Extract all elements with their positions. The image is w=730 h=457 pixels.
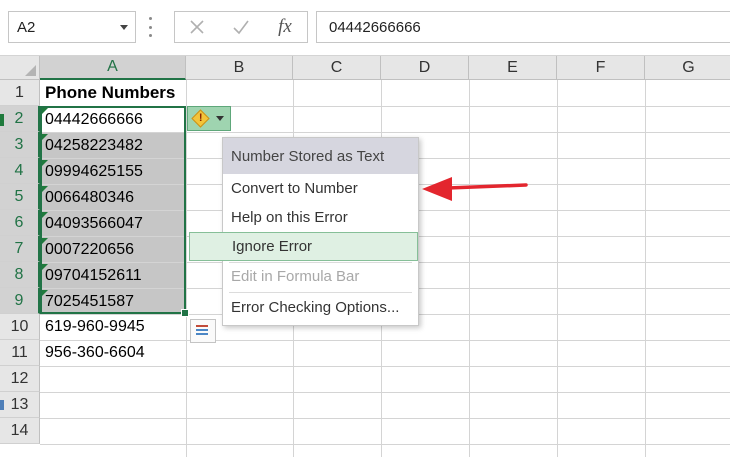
error-indicator-icon (42, 290, 48, 296)
formula-value: 04442666666 (329, 19, 421, 36)
edge-mark (0, 114, 4, 126)
gridline (186, 80, 187, 457)
formula-input[interactable]: 04442666666 (316, 11, 730, 43)
row-header-9[interactable]: 9 (0, 288, 40, 314)
error-indicator-icon (42, 108, 48, 114)
row-header-4[interactable]: 4 (0, 158, 40, 184)
chevron-down-icon[interactable] (212, 107, 228, 130)
cell-a8[interactable]: 09704152611 (41, 263, 186, 288)
column-header-f[interactable]: F (557, 56, 645, 80)
row-header-6[interactable]: 6 (0, 210, 40, 236)
menu-item-error-checking-options[interactable]: Error Checking Options... (223, 293, 418, 322)
menu-title: Number Stored as Text (223, 138, 418, 174)
column-header-c[interactable]: C (293, 56, 381, 80)
row-header-1[interactable]: 1 (0, 80, 40, 106)
menu-item-ignore-error[interactable]: Ignore Error (189, 232, 418, 261)
error-indicator-icon (42, 264, 48, 270)
cell-a7[interactable]: 0007220656 (41, 237, 186, 262)
red-arrow-icon (422, 177, 528, 201)
row-header-7[interactable]: 7 (0, 236, 40, 262)
check-icon[interactable] (221, 12, 261, 42)
column-header-g[interactable]: G (645, 56, 730, 80)
column-header-d[interactable]: D (381, 56, 469, 80)
menu-item-convert-to-number[interactable]: Convert to Number (223, 174, 418, 203)
close-icon[interactable] (177, 12, 217, 42)
formula-buttons: fx (174, 11, 308, 43)
gridline (557, 80, 558, 457)
cell-a4[interactable]: 09994625155 (41, 159, 186, 184)
menu-item-help-on-error[interactable]: Help on this Error (223, 203, 418, 232)
column-header-b[interactable]: B (186, 56, 293, 80)
row-header-2[interactable]: 2 (0, 106, 40, 132)
error-indicator-icon (42, 186, 48, 192)
row-header-8[interactable]: 8 (0, 262, 40, 288)
cell-a6[interactable]: 04093566047 (41, 211, 186, 236)
gridline (645, 80, 646, 457)
row-header-10[interactable]: 10 (0, 314, 40, 340)
gridline (40, 444, 730, 445)
cell-a10[interactable]: 619-960-9945 (41, 314, 186, 340)
cell-a9[interactable]: 7025451587 (41, 289, 186, 314)
error-indicator-icon (42, 160, 48, 166)
insert-function-button[interactable]: fx (265, 12, 305, 42)
column-header-a[interactable]: A (40, 56, 186, 80)
gridline (40, 392, 730, 393)
select-all-button[interactable] (0, 56, 40, 80)
cell-a11[interactable]: 956-360-6604 (41, 340, 186, 366)
row-header-12[interactable]: 12 (0, 366, 40, 392)
menu-item-edit-in-formula-bar: Edit in Formula Bar (231, 268, 360, 285)
cell-a2[interactable]: 04442666666 (41, 107, 186, 132)
error-indicator-icon (42, 212, 48, 218)
error-smart-tag[interactable]: ! (187, 106, 231, 131)
cell-a5[interactable]: 0066480346 (41, 185, 186, 210)
column-header-e[interactable]: E (469, 56, 557, 80)
error-indicator-icon (42, 134, 48, 140)
row-header-13[interactable]: 13 (0, 392, 40, 418)
gridline (40, 418, 730, 419)
drag-handle-icon[interactable] (146, 17, 154, 37)
formula-bar-row: A2 fx 04442666666 (0, 0, 730, 56)
row-header-5[interactable]: 5 (0, 184, 40, 210)
gridline (40, 366, 730, 367)
chevron-down-icon[interactable] (117, 20, 131, 34)
name-box[interactable]: A2 (8, 11, 136, 43)
name-box-value: A2 (17, 19, 36, 36)
row-header-3[interactable]: 3 (0, 132, 40, 158)
cell-a3[interactable]: 04258223482 (41, 133, 186, 158)
edge-mark (0, 400, 4, 410)
warning-diamond-icon: ! (188, 107, 212, 130)
row-header-11[interactable]: 11 (0, 340, 40, 366)
gridline (469, 80, 470, 457)
quick-analysis-icon[interactable] (190, 319, 216, 343)
cell-a1[interactable]: Phone Numbers (41, 80, 186, 106)
row-header-14[interactable]: 14 (0, 418, 40, 444)
error-indicator-icon (42, 238, 48, 244)
error-options-menu: Number Stored as Text Convert to Number … (189, 137, 419, 326)
